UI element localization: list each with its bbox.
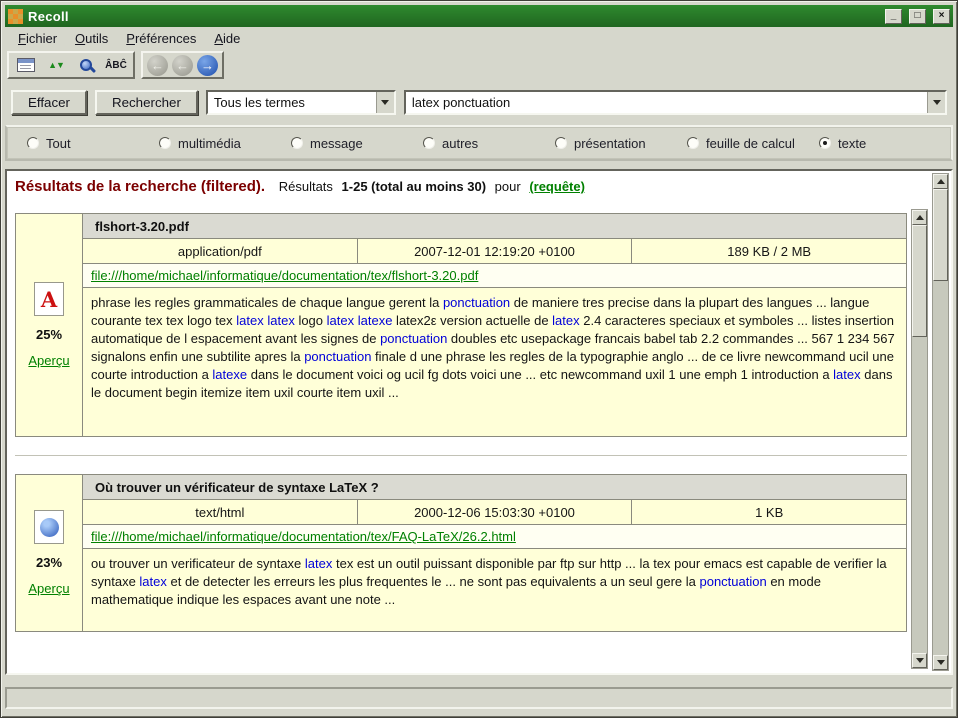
result-meta-row: application/pdf 2007-12-01 12:19:20 +010… (82, 238, 907, 264)
scrollbar-thumb[interactable] (912, 225, 927, 337)
result-entry-2-table: Où trouver un vérificateur de syntaxe La… (82, 474, 907, 632)
results-panel: Résultats de la recherche (filtered). Ré… (5, 169, 953, 675)
date-cell: 2007-12-01 12:19:20 +0100 (357, 239, 632, 263)
results-list-region: 25% Aperçu flshort-3.20.pdf application/… (15, 209, 928, 669)
date-cell: 2000-12-06 15:03:30 +0100 (357, 500, 632, 524)
term-explorer-icon[interactable]: ÂBĈ (103, 54, 129, 76)
scrollbar-track[interactable] (933, 189, 948, 655)
menu-item-aide[interactable]: Aide (205, 28, 249, 49)
url-link[interactable]: file:///home/michael/informatique/docume… (91, 529, 516, 544)
search-mode-value: Tous les termes (208, 92, 376, 113)
search-row: Effacer Rechercher Tous les termes (5, 89, 953, 115)
html-icon (34, 510, 64, 544)
size-cell: 1 KB (631, 500, 906, 524)
radio-icon[interactable] (423, 137, 435, 149)
menubar: Fichier Outils Préférences Aide (5, 27, 953, 49)
filter-radio-feuille-de-calcul[interactable]: feuille de calcul (687, 136, 819, 151)
minimize-button[interactable]: _ (885, 9, 902, 24)
scrollbar-thumb[interactable] (933, 189, 948, 281)
scroll-up-button[interactable] (933, 174, 948, 189)
filter-radio-texte[interactable]: texte (819, 136, 866, 151)
filter-radio-multimedia[interactable]: multimédia (159, 136, 291, 151)
previous-page-icon[interactable]: ← (172, 55, 193, 76)
pdf-icon (34, 282, 64, 316)
filter-radio-autres[interactable]: autres (423, 136, 555, 151)
mime-cell: application/pdf (83, 239, 357, 263)
filter-radio-tout[interactable]: Tout (27, 136, 159, 151)
toolbar-group-tools: ▲▼ ÂBĈ (7, 51, 135, 79)
result-entry-2-left-cell: 23% Aperçu (15, 474, 83, 632)
filter-bar: Tout multimédia message autres présentat… (5, 125, 953, 161)
relevance-label: 23% (36, 555, 62, 570)
result-entry-2: 23% Aperçu Où trouver un vérificateur de… (15, 474, 907, 632)
menu-item-outils[interactable]: Outils (66, 28, 117, 49)
advanced-search-icon[interactable] (73, 54, 99, 76)
url-link[interactable]: file:///home/michael/informatique/docume… (91, 268, 478, 283)
window-title: Recoll (28, 9, 878, 24)
results-count-prefix: Résultats (279, 179, 333, 194)
query-link[interactable]: (requête) (529, 179, 585, 194)
radio-icon[interactable] (291, 137, 303, 149)
clear-search-icon[interactable] (13, 54, 39, 76)
result-title: flshort-3.20.pdf (82, 213, 907, 239)
radio-icon[interactable] (555, 137, 567, 149)
search-mode-select[interactable]: Tous les termes (206, 90, 396, 115)
outer-scrollbar[interactable] (932, 173, 949, 671)
abstract-text: phrase les regles grammaticales de chaqu… (82, 287, 907, 437)
result-title: Où trouver un vérificateur de syntaxe La… (82, 474, 907, 500)
update-index-icon[interactable]: ▲▼ (43, 54, 69, 76)
results-count-range: 1-25 (total au moins 30) (342, 179, 486, 194)
results-title: Résultats de la recherche (filtered). (15, 178, 265, 195)
size-cell: 189 KB / 2 MB (631, 239, 906, 263)
results-list: 25% Aperçu flshort-3.20.pdf application/… (15, 213, 907, 669)
result-url-row: file:///home/michael/informatique/docume… (82, 263, 907, 288)
maximize-button[interactable]: □ (909, 9, 926, 24)
scroll-down-button[interactable] (933, 655, 948, 670)
result-entry-1: 25% Aperçu flshort-3.20.pdf application/… (15, 213, 907, 437)
menu-item-preferences[interactable]: Préférences (117, 28, 205, 49)
filter-radio-presentation[interactable]: présentation (555, 136, 687, 151)
radio-icon[interactable] (27, 137, 39, 149)
entry-separator (15, 455, 907, 456)
toolbar: ▲▼ ÂBĈ ← ← → (5, 49, 953, 81)
query-input[interactable] (406, 92, 927, 113)
search-mode-dropdown-icon[interactable] (376, 92, 394, 113)
radio-icon[interactable] (819, 137, 831, 149)
clear-button[interactable]: Effacer (11, 90, 87, 115)
abstract-text: ou trouver un verificateur de syntaxe la… (82, 548, 907, 632)
scroll-up-button[interactable] (912, 210, 927, 225)
results-header: Résultats de la recherche (filtered). Ré… (7, 171, 951, 197)
result-entry-1-table: flshort-3.20.pdf application/pdf 2007-12… (82, 213, 907, 437)
scroll-down-button[interactable] (912, 653, 927, 668)
result-entry-1-left-cell: 25% Aperçu (15, 213, 83, 437)
toolbar-group-navigation: ← ← → (141, 51, 224, 79)
preview-link[interactable]: Aperçu (28, 581, 69, 596)
radio-icon[interactable] (687, 137, 699, 149)
app-icon (8, 9, 23, 24)
relevance-label: 25% (36, 327, 62, 342)
result-url-row: file:///home/michael/informatique/docume… (82, 524, 907, 549)
mime-cell: text/html (83, 500, 357, 524)
query-combo (404, 90, 947, 115)
close-button[interactable]: × (933, 9, 950, 24)
scrollbar-track[interactable] (912, 225, 927, 653)
first-page-icon[interactable]: ← (147, 55, 168, 76)
filter-radio-message[interactable]: message (291, 136, 423, 151)
recoll-window: Recoll _ □ × Fichier Outils Préférences … (0, 0, 958, 718)
menu-item-fichier[interactable]: Fichier (9, 28, 66, 49)
preview-link[interactable]: Aperçu (28, 353, 69, 368)
result-meta-row: text/html 2000-12-06 15:03:30 +0100 1 KB (82, 499, 907, 525)
next-page-icon[interactable]: → (197, 55, 218, 76)
results-count-pour: pour (495, 179, 521, 194)
search-button[interactable]: Rechercher (95, 90, 198, 115)
query-dropdown-icon[interactable] (927, 92, 945, 113)
inner-scrollbar[interactable] (911, 209, 928, 669)
radio-icon[interactable] (159, 137, 171, 149)
titlebar: Recoll _ □ × (5, 5, 953, 27)
status-bar (5, 687, 953, 709)
